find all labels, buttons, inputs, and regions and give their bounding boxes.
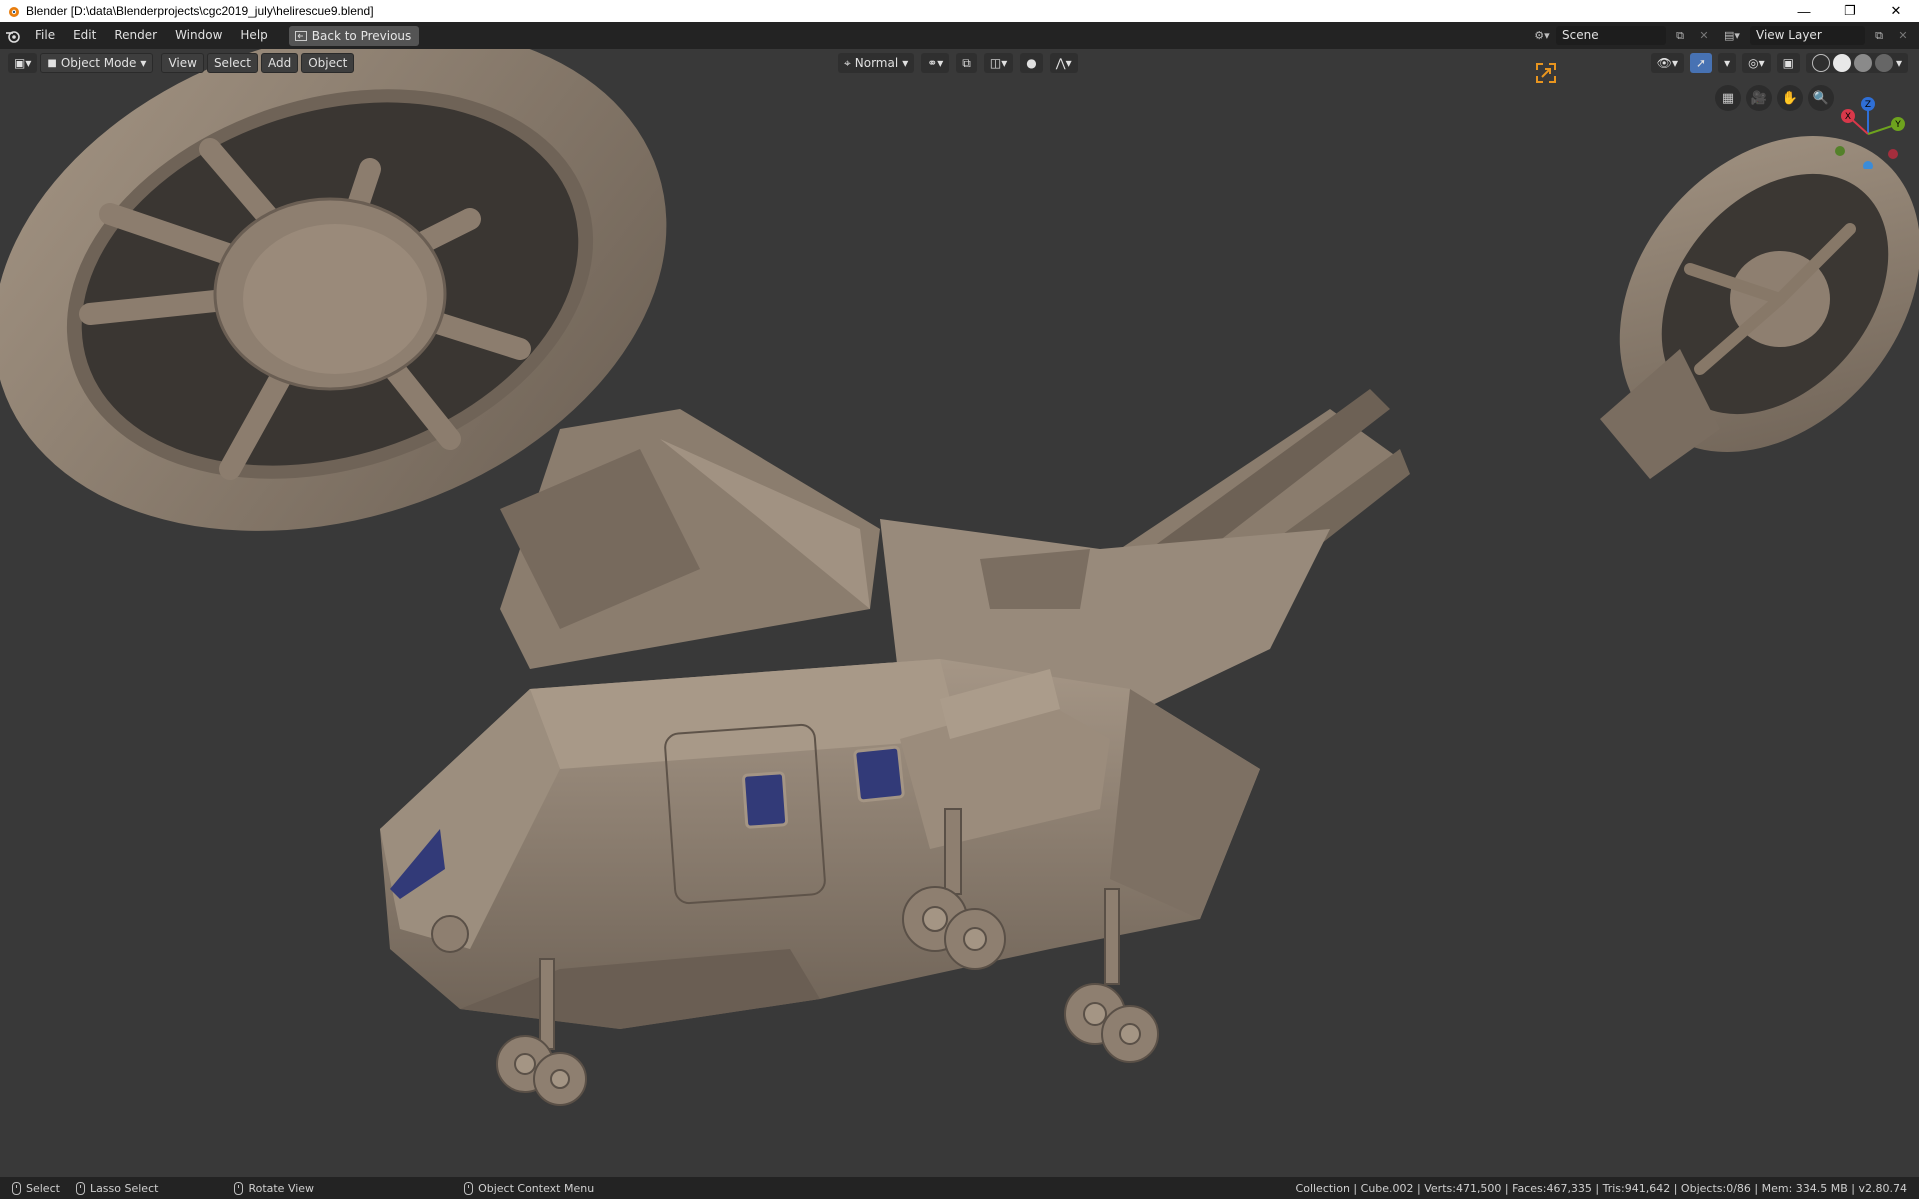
snap-target-button[interactable]: ◫▾ — [983, 53, 1014, 73]
add-menu[interactable]: Add — [260, 53, 299, 73]
chevron-down-icon: ▾ — [140, 56, 147, 70]
pivot-icon: ⚭▾ — [927, 56, 944, 70]
close-icon[interactable]: ✕ — [1873, 0, 1919, 22]
fuselage-main — [380, 659, 1260, 1029]
xray-toggle[interactable]: ▣ — [1776, 53, 1800, 73]
proportional-icon: ● — [1026, 56, 1037, 70]
lock-camera-icon[interactable] — [1535, 62, 1557, 84]
snap-icon: ⧉ — [962, 55, 971, 70]
menu-render[interactable]: Render — [105, 22, 166, 49]
scene-field[interactable]: Scene — [1556, 26, 1666, 45]
pivot-point-button[interactable]: ⚭▾ — [921, 53, 950, 73]
mouse-drag-icon — [75, 1181, 85, 1195]
solid-shading-icon[interactable] — [1832, 54, 1851, 72]
neg-x-axis-handle[interactable] — [1888, 149, 1898, 159]
blender-app-icon — [9, 7, 19, 17]
status-rotate-hint: Rotate View — [234, 1181, 315, 1195]
camera-view-icon[interactable]: 🎥 — [1746, 85, 1772, 111]
viewport-display-controls: 👁▾ ➚ ▾ ◎▾ ▣ ▾ — [1650, 53, 1911, 73]
status-context-hint: Object Context Menu — [464, 1181, 595, 1195]
zoom-icon[interactable]: 🔍 — [1808, 85, 1834, 111]
y-axis-label: Y — [1894, 120, 1901, 130]
snap-target-icon: ◫▾ — [989, 56, 1008, 70]
transform-tools: ⌖ Normal ▾ ⚭▾ ⧉ ◫▾ ● ⋀▾ — [838, 53, 1081, 73]
object-menu[interactable]: Object — [301, 53, 355, 73]
status-lasso-hint: Lasso Select — [75, 1181, 159, 1195]
chevron-down-icon: ▾ — [1724, 56, 1731, 70]
menu-edit[interactable]: Edit — [64, 22, 105, 49]
status-select-label: Select — [26, 1181, 60, 1195]
navigation-gizmo[interactable]: Z X Y — [1835, 94, 1913, 169]
view-layer-field[interactable]: View Layer — [1750, 26, 1865, 45]
mouse-left-icon — [12, 1181, 21, 1195]
chevron-down-icon: ▾ — [902, 56, 909, 70]
delete-view-layer-icon[interactable]: ✕ — [1893, 26, 1913, 45]
object-mode-dropdown[interactable]: ■ Object Mode ▾ — [40, 53, 154, 73]
restore-icon[interactable]: ❐ — [1827, 0, 1873, 22]
orientation-icon: ⌖ — [844, 55, 851, 70]
status-context-label: Object Context Menu — [478, 1181, 595, 1195]
select-menu[interactable]: Select — [206, 53, 258, 73]
eye-icon: 👁▾ — [1656, 56, 1679, 70]
viewport-header: ▣▾ ■ Object Mode ▾ View Select Add Objec… — [0, 49, 1919, 77]
wireframe-shading-icon[interactable] — [1811, 54, 1830, 72]
topbar-right: ⚙▾ Scene ⧉ ✕ ▤▾ View Layer ⧉ ✕ — [1532, 22, 1919, 49]
transform-orientation-dropdown[interactable]: ⌖ Normal ▾ — [838, 53, 915, 73]
rendered-shading-icon[interactable] — [1874, 54, 1893, 72]
status-rotate-label: Rotate View — [248, 1181, 315, 1195]
minimize-icon[interactable]: — — [1781, 0, 1827, 22]
x-axis-label: X — [1845, 112, 1851, 122]
menu-help[interactable]: Help — [231, 22, 276, 49]
status-bar: Select Lasso Select Rotate View Object C… — [0, 1177, 1919, 1199]
window-titlebar: Blender [D:\data\Blenderprojects\cgc2019… — [0, 0, 1919, 22]
transform-orientation-label: Normal — [854, 56, 899, 70]
blender-logo-icon[interactable] — [0, 22, 26, 49]
menu-window[interactable]: Window — [166, 22, 231, 49]
snap-toggle[interactable]: ⧉ — [956, 53, 977, 73]
xray-icon: ▣ — [1782, 56, 1794, 70]
window-title: Blender [D:\data\Blenderprojects\cgc2019… — [26, 4, 374, 18]
neg-z-axis-handle[interactable] — [1863, 161, 1873, 169]
helicopter-model-render — [0, 49, 1919, 1106]
back-to-previous-button[interactable]: Back to Previous — [288, 25, 420, 46]
scene-selector-icon[interactable]: ⚙▾ — [1532, 26, 1552, 45]
view-layer-selector-icon[interactable]: ▤▾ — [1718, 26, 1746, 45]
proportional-edit-toggle[interactable]: ● — [1020, 53, 1043, 73]
mouse-middle-icon — [234, 1181, 244, 1195]
falloff-button[interactable]: ⋀▾ — [1049, 53, 1078, 73]
overlays-toggle[interactable]: ◎▾ — [1742, 53, 1771, 73]
new-scene-icon[interactable]: ⧉ — [1670, 26, 1690, 45]
gizmo-icon: ➚ — [1696, 56, 1707, 70]
chevron-down-icon[interactable]: ▾ — [1896, 56, 1902, 70]
navigation-tools: ▦ 🎥 ✋ 🔍 — [1715, 85, 1834, 111]
visibility-button[interactable]: 👁▾ — [1650, 53, 1685, 73]
falloff-icon: ⋀▾ — [1055, 56, 1072, 70]
delete-scene-icon[interactable]: ✕ — [1694, 26, 1714, 45]
3d-viewport[interactable]: ▣▾ ■ Object Mode ▾ View Select Add Objec… — [0, 49, 1919, 1177]
status-lasso-label: Lasso Select — [89, 1181, 159, 1195]
editor-type-button[interactable]: ▣▾ — [8, 53, 38, 73]
toggle-ortho-icon[interactable]: ▦ — [1715, 85, 1741, 111]
material-shading-icon[interactable] — [1853, 54, 1872, 72]
new-view-layer-icon[interactable]: ⧉ — [1869, 26, 1889, 45]
z-axis-label: Z — [1865, 100, 1871, 110]
menu-file[interactable]: File — [26, 22, 64, 49]
gizmo-dropdown[interactable]: ▾ — [1718, 53, 1737, 73]
screen-back-icon — [294, 30, 307, 41]
blender-app: Blender [D:\data\Blenderprojects\cgc2019… — [0, 0, 1919, 1199]
pan-hand-icon[interactable]: ✋ — [1777, 85, 1803, 111]
shading-mode-group: ▾ — [1805, 53, 1908, 73]
object-mode-icon: ■ — [47, 57, 57, 69]
status-select-hint: Select — [12, 1181, 60, 1195]
gizmo-toggle[interactable]: ➚ — [1690, 53, 1713, 73]
blender-topbar: File Edit Render Window Help Back to Pre… — [0, 22, 1919, 49]
back-to-previous-label: Back to Previous — [311, 28, 412, 43]
scene-statistics: Collection | Cube.002 | Verts:471,500 | … — [1295, 1181, 1907, 1195]
neg-y-axis-handle[interactable] — [1835, 146, 1845, 156]
object-mode-label: Object Mode — [60, 56, 137, 70]
editor-type-icon: ▣▾ — [14, 56, 32, 70]
view-menu[interactable]: View — [161, 53, 204, 73]
overlays-icon: ◎▾ — [1748, 56, 1765, 70]
mouse-right-icon — [464, 1181, 474, 1195]
